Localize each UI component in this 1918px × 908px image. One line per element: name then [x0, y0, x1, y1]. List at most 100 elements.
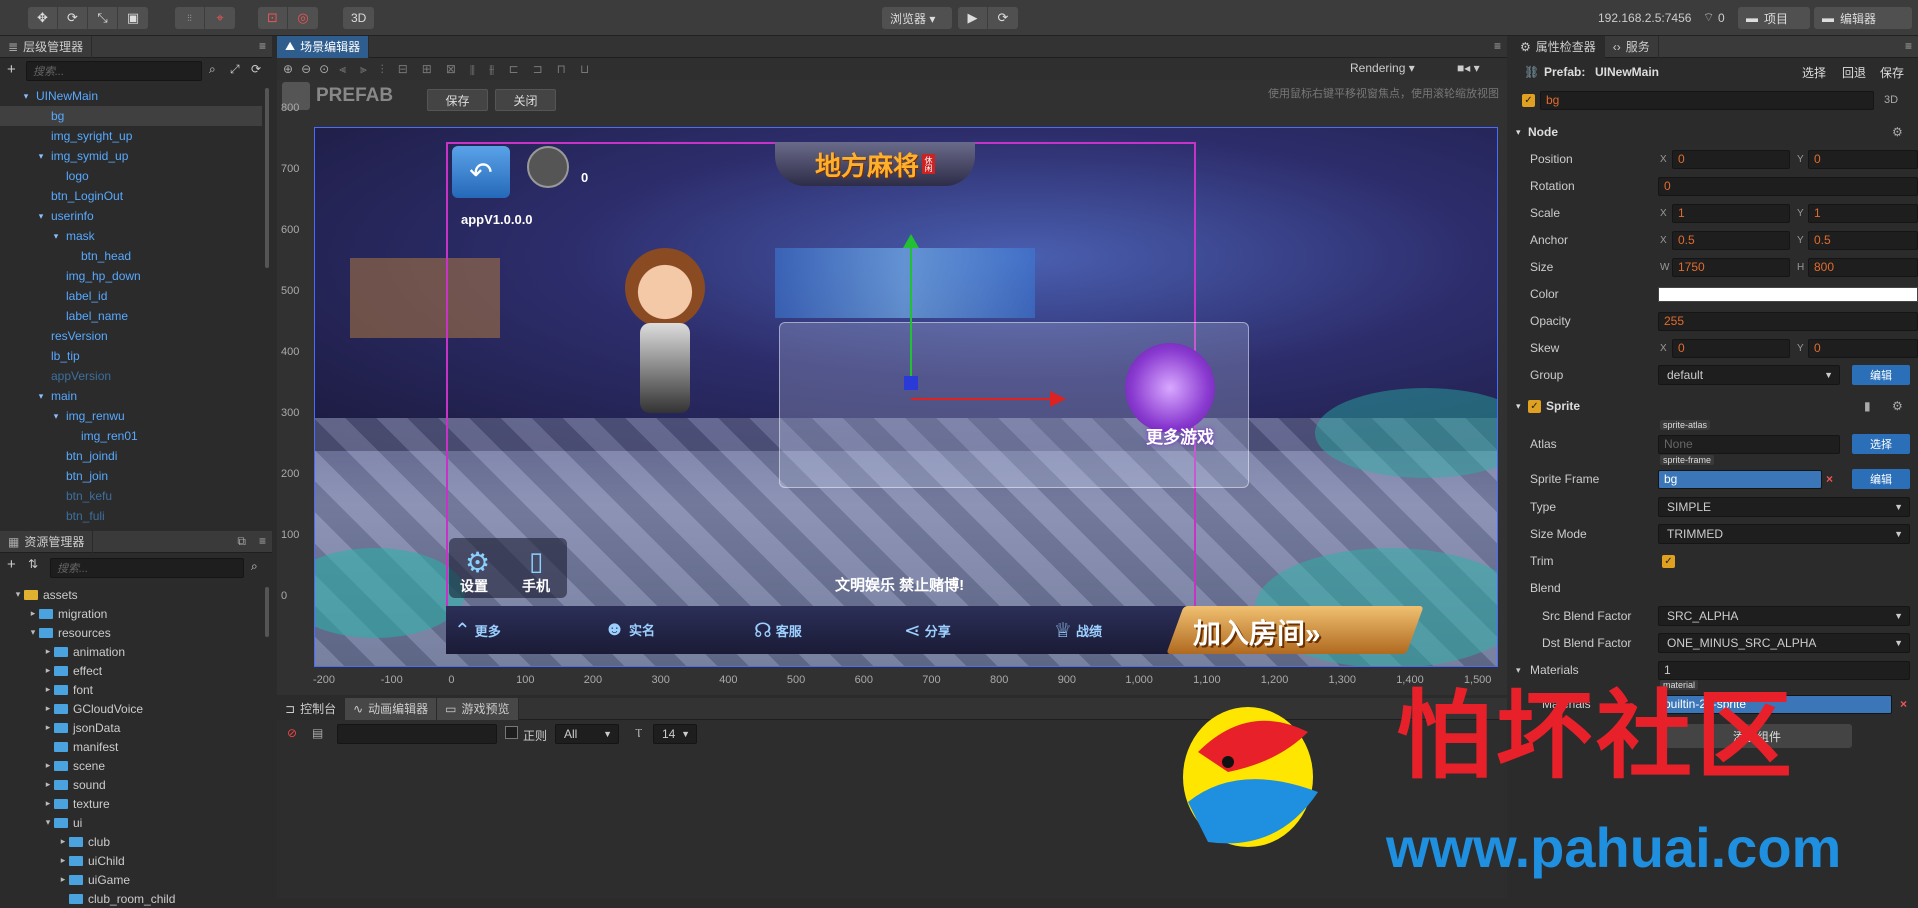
expand-arrow-icon[interactable]: ▾	[12, 589, 24, 600]
anchor-x-field[interactable]: 0.5	[1672, 230, 1790, 250]
expand-arrow-icon[interactable]: ▸	[57, 874, 69, 885]
node-section[interactable]: ▾ Node ⚙	[1512, 120, 1918, 144]
hierarchy-node[interactable]: bg	[0, 106, 262, 126]
zoom-out-icon[interactable]: ⊖	[301, 62, 311, 76]
game-preview[interactable]: ↶ 0 appV1.0.0.0 地方麻将 休闲 更多游戏 ⚙ 设置 ▯ 手机 文…	[314, 127, 1498, 667]
bottom-nav-item[interactable]: ☻ 实名	[604, 618, 655, 641]
hierarchy-node[interactable]: label_id	[0, 286, 262, 306]
scale-y-field[interactable]: 1	[1808, 203, 1918, 223]
project-button[interactable]: ▬ 项目	[1738, 7, 1810, 29]
tab-services[interactable]: ‹› 服务	[1605, 35, 1659, 58]
zoom-reset-icon[interactable]: ⊙	[319, 62, 329, 76]
editor-button[interactable]: ▬ 编辑器	[1814, 7, 1912, 29]
bottom-nav-item[interactable]: ☊ 客服	[754, 618, 802, 643]
node-active-checkbox[interactable]: ✓	[1522, 93, 1535, 107]
tab-hierarchy[interactable]: ≣ 层级管理器	[0, 35, 93, 58]
hierarchy-node[interactable]: btn_kefu	[0, 486, 262, 506]
hierarchy-node[interactable]: img_hp_down	[0, 266, 262, 286]
tab-animation[interactable]: ∿ 动画编辑器	[345, 697, 438, 720]
prefab-save-button[interactable]: 保存	[427, 89, 488, 111]
gizmo-x-axis[interactable]	[911, 398, 1051, 400]
expand-arrow-icon[interactable]: ▾	[27, 627, 39, 638]
type-select[interactable]: SIMPLE	[1658, 497, 1910, 517]
asset-item[interactable]: ▸ sound	[0, 775, 262, 794]
popout-icon[interactable]: ⧉	[237, 534, 246, 549]
asset-item[interactable]: ▸ uiChild	[0, 851, 262, 870]
position-y-field[interactable]: 0	[1808, 149, 1918, 169]
mode-3d-button[interactable]: 3D	[343, 7, 375, 29]
move-tool-icon[interactable]: ✥	[28, 7, 58, 29]
log-file-icon[interactable]: ▤	[312, 726, 323, 740]
more-games-chip[interactable]	[1125, 343, 1215, 433]
search-icon[interactable]: ⌕	[209, 62, 216, 77]
hierarchy-node[interactable]: ▾ UINewMain	[0, 86, 262, 106]
asset-item[interactable]: ▸ animation	[0, 642, 262, 661]
clear-icon[interactable]: ×	[1900, 697, 1907, 711]
expand-arrow-icon[interactable]: ▸	[42, 722, 54, 733]
hierarchy-node[interactable]: img_syright_up	[0, 126, 262, 146]
hierarchy-node[interactable]: ▾ img_symid_up	[0, 146, 262, 166]
tab-console[interactable]: ⊐ 控制台	[277, 697, 346, 720]
color-swatch[interactable]	[1658, 287, 1918, 302]
asset-item[interactable]: ▸ font	[0, 680, 262, 699]
size-h-field[interactable]: 800	[1808, 257, 1918, 277]
sprite-enabled-checkbox[interactable]: ✓	[1528, 399, 1541, 413]
expand-arrow-icon[interactable]: ▸	[27, 608, 39, 619]
gizmo-center[interactable]	[904, 376, 918, 390]
size-mode-select[interactable]: TRIMMED	[1658, 524, 1910, 544]
expand-arrow-icon[interactable]: ▸	[57, 855, 69, 866]
sort-icon[interactable]: ⇅	[28, 557, 38, 571]
tab-assets[interactable]: ▦ 资源管理器	[0, 530, 94, 553]
sprite-section[interactable]: ▾ ✓ Sprite ▮ ⚙	[1512, 394, 1918, 418]
group-edit-button[interactable]: 编辑	[1852, 365, 1910, 385]
hierarchy-node[interactable]: logo	[0, 166, 262, 186]
node-3d-toggle[interactable]: 3D	[1884, 94, 1898, 106]
expand-arrow-icon[interactable]: ▾	[35, 391, 47, 402]
src-blend-select[interactable]: SRC_ALPHA	[1658, 606, 1910, 626]
asset-item[interactable]: ▸ jsonData	[0, 718, 262, 737]
opacity-field[interactable]: 255	[1658, 311, 1918, 331]
camera-icon[interactable]: ■◂ ▾	[1457, 61, 1480, 75]
book-icon[interactable]: ▮	[1864, 399, 1871, 413]
hierarchy-search-input[interactable]: 搜索...	[26, 61, 202, 81]
hierarchy-node[interactable]: btn_join	[0, 466, 262, 486]
hierarchy-node[interactable]: resVersion	[0, 326, 262, 346]
expand-arrow-icon[interactable]: ▸	[42, 703, 54, 714]
expand-arrow-icon[interactable]: ▸	[42, 646, 54, 657]
expand-arrow-icon[interactable]: ▸	[42, 665, 54, 676]
record-icon[interactable]: ◎	[288, 7, 318, 29]
skew-y-field[interactable]: 0	[1808, 338, 1918, 358]
position-x-field[interactable]: 0	[1672, 149, 1790, 169]
avatar[interactable]	[527, 146, 569, 188]
play-icon[interactable]: ▶	[958, 7, 988, 29]
prefab-select-button[interactable]: 选择	[1802, 64, 1826, 81]
asset-item[interactable]: ▾ assets	[0, 585, 262, 604]
hierarchy-node[interactable]: appVersion	[0, 366, 262, 386]
preview-platform-select[interactable]: 浏览器 ▾	[882, 7, 952, 29]
asset-item[interactable]: ▸ club	[0, 832, 262, 851]
gizmo-x-arrow[interactable]	[1050, 391, 1066, 407]
skew-x-field[interactable]: 0	[1672, 338, 1790, 358]
settings-label[interactable]: 设置	[460, 576, 488, 596]
font-size-select[interactable]: 14	[653, 724, 697, 744]
search-icon[interactable]: ⌕	[251, 559, 258, 574]
back-button[interactable]: ↶	[452, 146, 510, 198]
prefab-revert-button[interactable]: 回退	[1842, 64, 1866, 81]
expand-arrow-icon[interactable]: ▸	[57, 836, 69, 847]
hierarchy-node[interactable]: btn_head	[0, 246, 262, 266]
asset-item[interactable]: ▸ effect	[0, 661, 262, 680]
refresh-icon[interactable]: ⟳	[251, 62, 261, 76]
gizmo-y-axis[interactable]	[910, 243, 912, 383]
asset-item[interactable]: manifest	[0, 737, 262, 756]
menu-icon[interactable]: ≡	[259, 534, 266, 548]
rendering-select[interactable]: Rendering ▾	[1350, 61, 1415, 75]
join-room-button[interactable]: 加入房间»	[1193, 612, 1321, 652]
asset-item[interactable]: club_room_child	[0, 889, 262, 908]
local-icon[interactable]: ⌖	[205, 7, 235, 29]
hierarchy-node[interactable]: label_name	[0, 306, 262, 326]
prefab-close-button[interactable]: 关闭	[495, 89, 556, 111]
bottom-nav-item[interactable]: ⌃ 更多	[454, 618, 501, 643]
regex-checkbox[interactable]	[505, 726, 518, 739]
atlas-field[interactable]: None	[1658, 434, 1840, 454]
refresh-icon[interactable]: ⟳	[988, 7, 1018, 29]
